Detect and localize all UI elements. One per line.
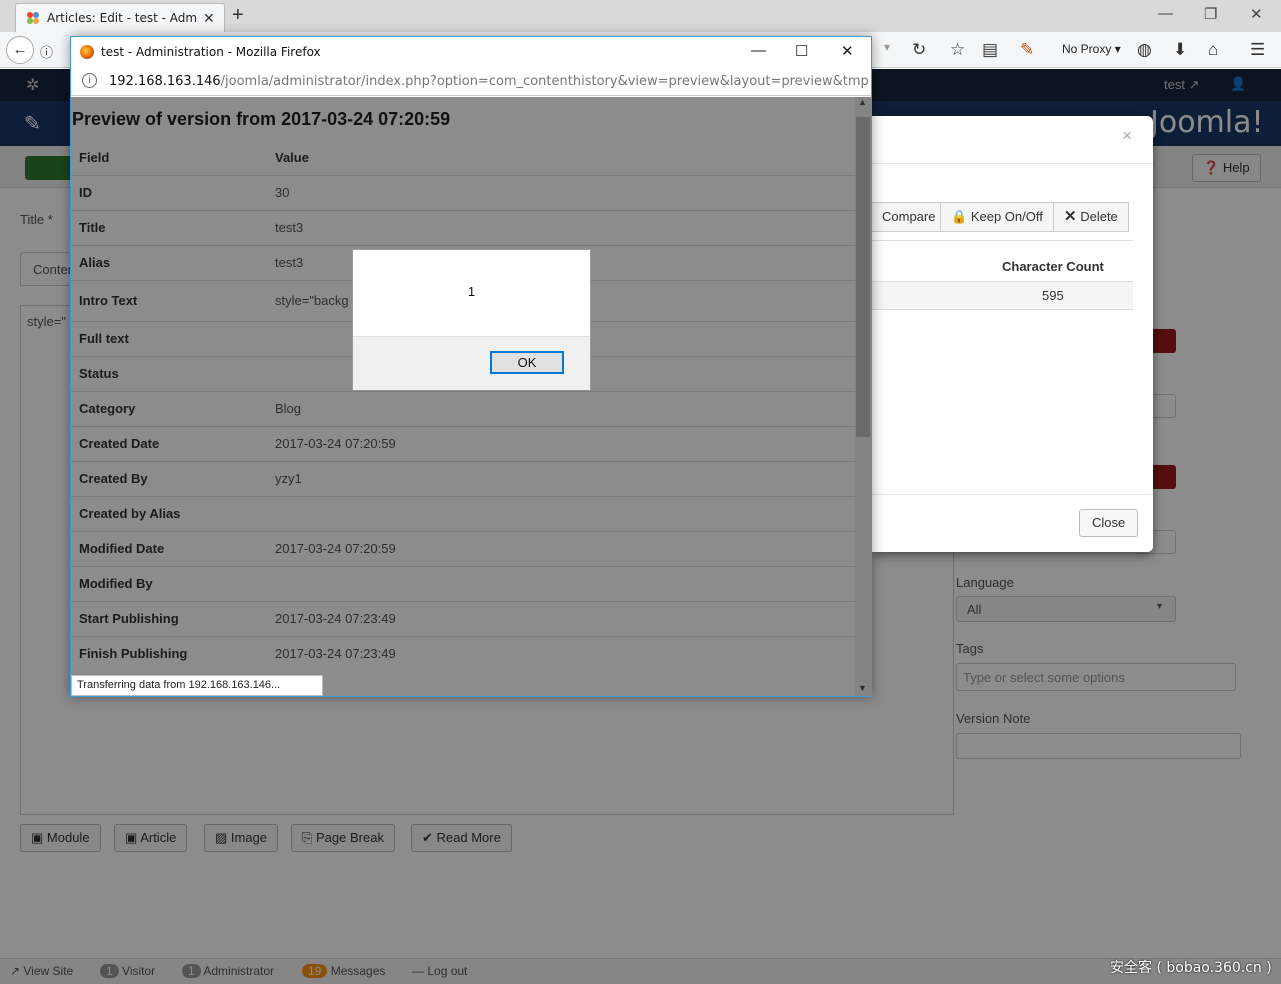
- popup-close-icon[interactable]: ✕: [841, 42, 854, 60]
- firefox-icon: [80, 45, 94, 59]
- character-count-value: 595: [1042, 288, 1064, 303]
- reload-icon[interactable]: ↻: [912, 40, 926, 60]
- lock-icon: 🔒: [951, 209, 968, 224]
- alert-footer: OK: [353, 336, 590, 390]
- alert-dialog: 1 OK: [352, 249, 591, 391]
- keep-on-off-button[interactable]: 🔒 Keep On/Off: [940, 202, 1054, 232]
- popup-status-text: Transferring data from 192.168.163.146..…: [71, 675, 323, 696]
- reading-list-icon[interactable]: ▤: [982, 40, 998, 60]
- delete-label: Delete: [1080, 209, 1118, 224]
- download-icon[interactable]: ⬇: [1173, 40, 1187, 60]
- modal-footer: Close: [872, 494, 1153, 552]
- table-row[interactable]: 595: [872, 281, 1133, 310]
- ok-button[interactable]: OK: [490, 351, 564, 374]
- menu-icon[interactable]: ☰: [1250, 40, 1265, 60]
- bookmark-star-icon[interactable]: ☆: [950, 40, 965, 60]
- tab-close-icon[interactable]: ✕: [203, 10, 215, 27]
- table-divider: [872, 240, 1133, 241]
- delete-x-icon: ✕: [1064, 208, 1077, 225]
- close-button[interactable]: Close: [1079, 509, 1139, 537]
- compare-button[interactable]: Compare: [872, 202, 947, 232]
- character-count-header: Character Count: [1002, 259, 1104, 274]
- home-icon[interactable]: ⌂: [1208, 40, 1218, 60]
- watermark: 安全客 ( bobao.360.cn ): [1110, 960, 1272, 976]
- popup-window-title: test - Administration - Mozilla Firefox: [101, 45, 321, 59]
- modal-header: ×: [872, 116, 1153, 164]
- minimize-icon[interactable]: —: [1158, 5, 1173, 22]
- extension-icon[interactable]: ✎: [1020, 40, 1034, 60]
- tab-articles-edit[interactable]: Articles: Edit - test - Admi... ✕: [15, 3, 225, 32]
- compare-label: Compare: [882, 209, 936, 224]
- popup-content: Preview of version from 2017-03-24 07:20…: [71, 97, 871, 696]
- back-icon[interactable]: ←: [6, 36, 34, 64]
- info-icon[interactable]: i: [82, 73, 97, 88]
- keep-label: Keep On/Off: [970, 209, 1043, 224]
- url-dropdown-icon[interactable]: ▾: [884, 40, 890, 54]
- delete-button[interactable]: ✕ Delete: [1053, 202, 1129, 232]
- alert-message: 1: [467, 284, 476, 299]
- tab-title: Articles: Edit - test - Admi...: [47, 11, 197, 25]
- popup-url-bar[interactable]: i 192.168.163.146/joomla/administrator/i…: [71, 67, 871, 96]
- popup-minimize-icon[interactable]: —: [751, 42, 766, 59]
- globe-icon[interactable]: ◍: [1137, 40, 1152, 60]
- popup-dim-overlay: [71, 97, 871, 696]
- popup-maximize-icon[interactable]: ☐: [795, 42, 808, 60]
- tab-bar: Articles: Edit - test - Admi... ✕ + — ❐ …: [0, 0, 1281, 32]
- modal-close-icon[interactable]: ×: [1122, 126, 1132, 146]
- version-history-modal: × Compare 🔒 Keep On/Off ✕ Delete Charact…: [872, 116, 1153, 552]
- proxy-selector[interactable]: No Proxy ▾: [1062, 42, 1121, 56]
- info-icon[interactable]: ⓘ: [40, 42, 53, 61]
- url-path: /joomla/administrator/index.php?option=c…: [220, 74, 869, 89]
- popup-url[interactable]: 192.168.163.146/joomla/administrator/ind…: [109, 74, 869, 89]
- window-close-icon[interactable]: ✕: [1250, 5, 1263, 23]
- url-host: 192.168.163.146: [109, 74, 221, 89]
- joomla-favicon-icon: [27, 12, 39, 24]
- new-tab-icon[interactable]: +: [232, 4, 244, 27]
- popup-title-bar: test - Administration - Mozilla Firefox …: [71, 37, 871, 67]
- restore-icon[interactable]: ❐: [1204, 5, 1217, 23]
- proxy-label: No Proxy: [1062, 42, 1112, 56]
